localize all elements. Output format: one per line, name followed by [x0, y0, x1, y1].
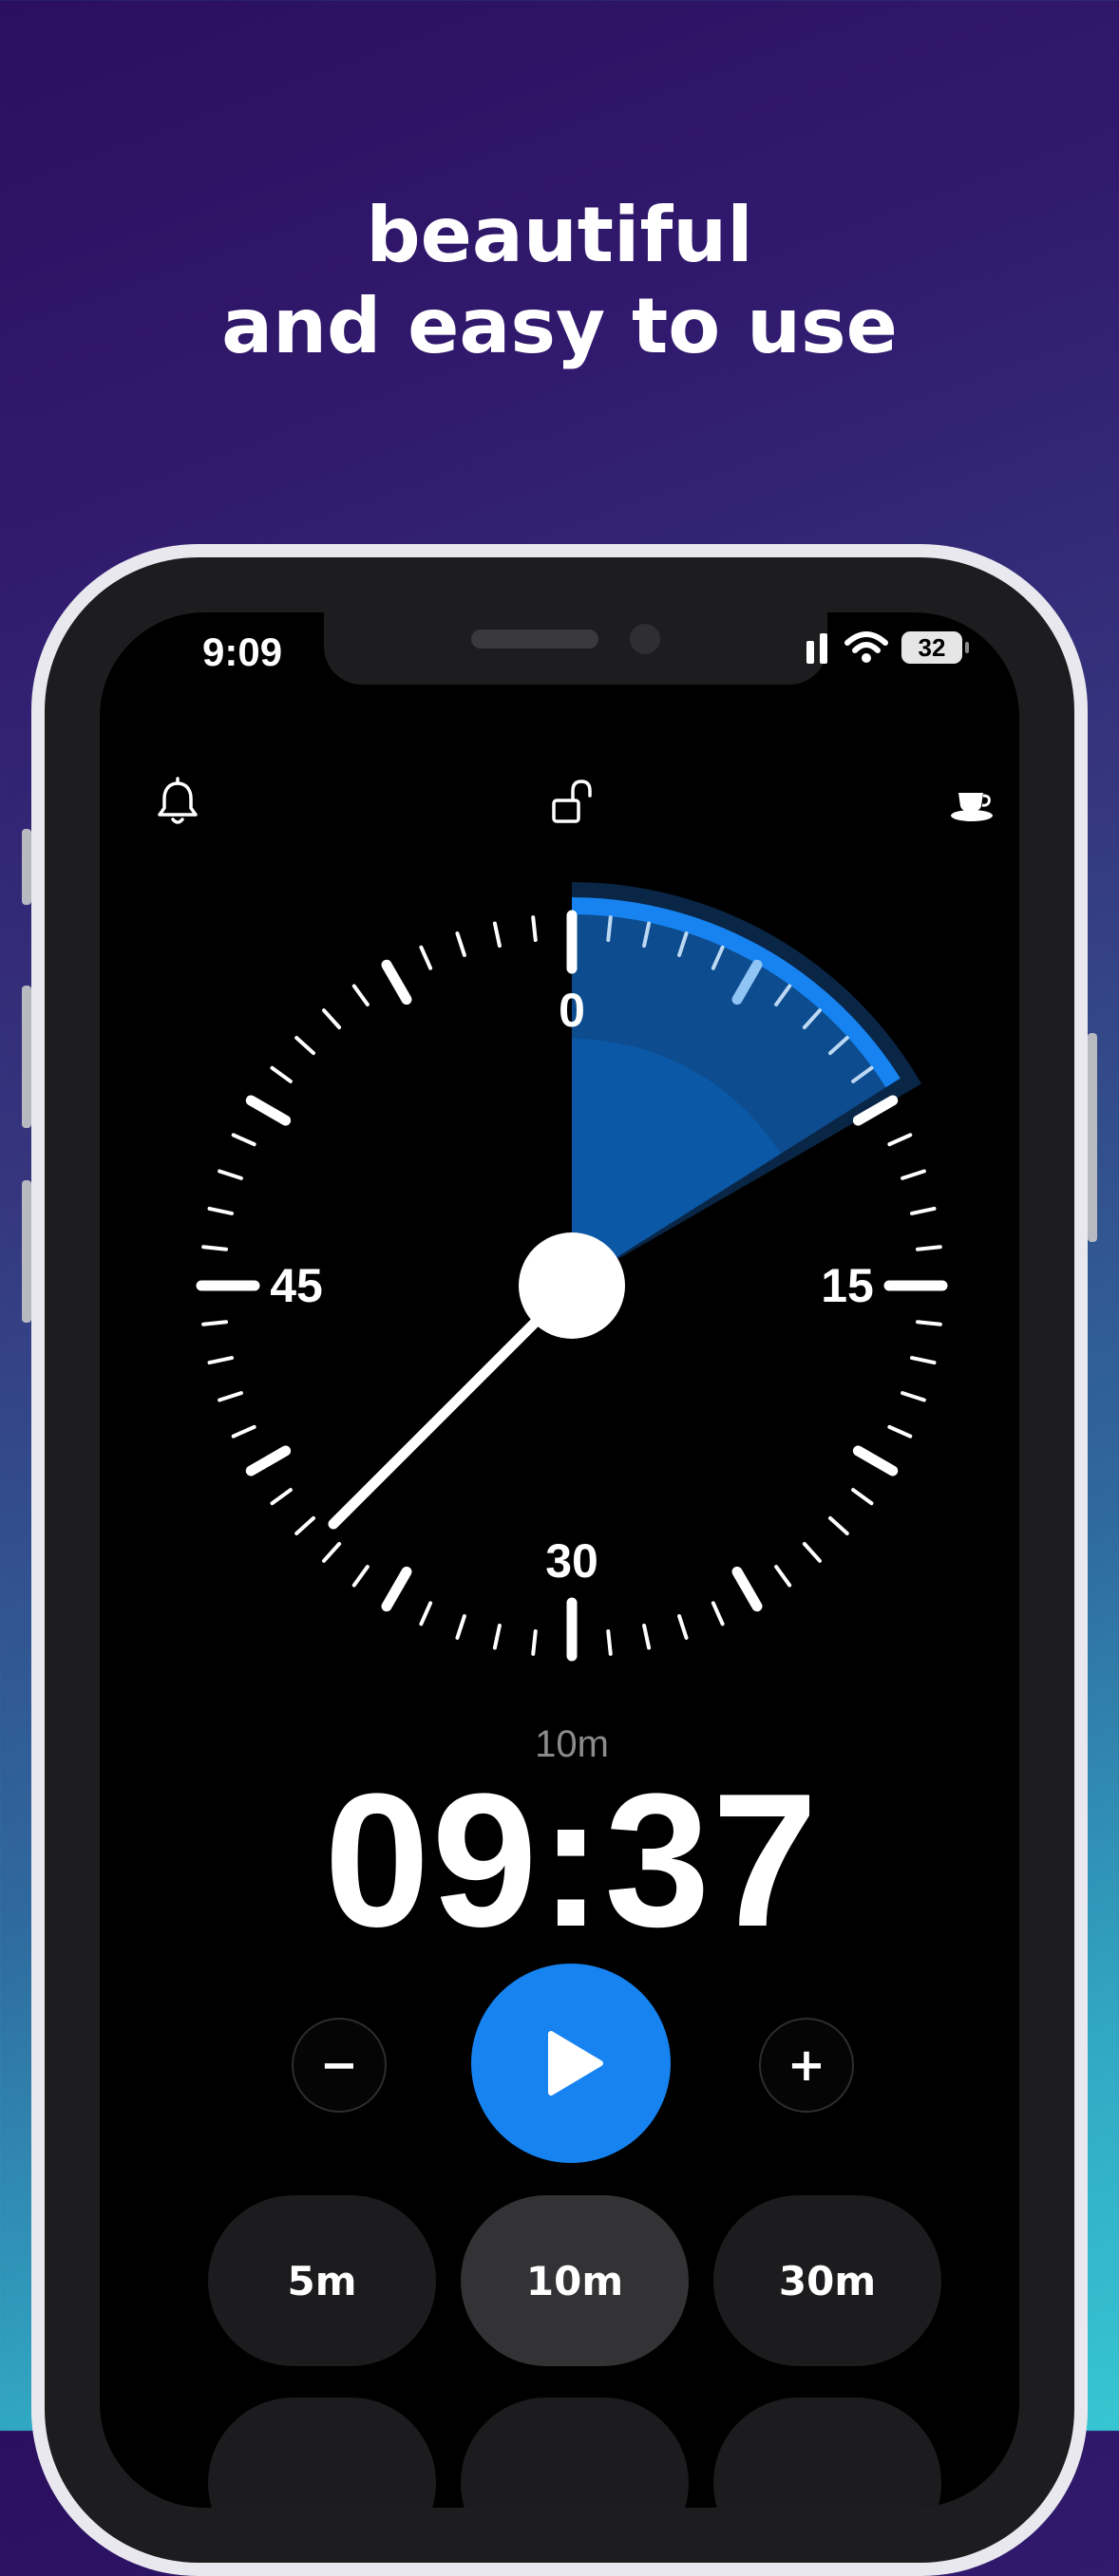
dial-tick — [322, 1008, 342, 1030]
preset-10m[interactable]: 10m — [461, 2195, 689, 2366]
dial-tick — [455, 1614, 466, 1640]
dial-tick — [455, 931, 466, 957]
dial-tick — [245, 1095, 292, 1126]
dial-tick — [642, 1624, 652, 1650]
dial-tick — [901, 1391, 926, 1402]
dial-tick — [915, 1245, 942, 1251]
play-icon — [548, 2031, 603, 2096]
dial-tick — [531, 915, 538, 943]
dial-center-knob — [519, 1232, 625, 1339]
dial-tick — [887, 1424, 913, 1438]
dial-tick — [351, 1565, 370, 1588]
headline: beautiful and easy to use — [0, 190, 1119, 372]
dial-tick — [218, 1391, 243, 1402]
increment-button[interactable]: + — [759, 2018, 854, 2113]
dial-tick — [910, 1206, 937, 1215]
decrement-button[interactable]: − — [292, 2018, 387, 2113]
dial-label: 45 — [270, 1259, 323, 1312]
preset-row-2-left[interactable] — [208, 2397, 436, 2508]
dial-tick — [851, 1488, 874, 1506]
dial-tick — [827, 1515, 849, 1535]
dial-tick — [322, 1541, 342, 1563]
dial-tick — [201, 1320, 229, 1326]
dial-tick — [492, 1624, 502, 1650]
preset-5m[interactable]: 5m — [208, 2195, 436, 2366]
dial-label: 15 — [821, 1259, 874, 1312]
dial-tick — [711, 1601, 725, 1626]
volume-down-button — [22, 1180, 31, 1323]
dial-tick — [802, 1541, 822, 1563]
dial-label: 0 — [559, 984, 585, 1037]
dial-tick — [419, 945, 433, 970]
dial-tick — [231, 1133, 256, 1147]
dial-tick — [887, 1133, 913, 1147]
dial-tick — [606, 915, 613, 943]
dial-tick — [207, 1356, 234, 1365]
phone-frame: 9:09 32 0 15 30 45 10m 09:37 − + 5m 10m … — [22, 544, 1097, 2576]
dial-tick — [731, 1566, 763, 1612]
power-button — [1088, 1033, 1097, 1242]
dial-tick — [231, 1424, 256, 1438]
dial-tick — [852, 1445, 899, 1476]
dial-tick — [245, 1445, 292, 1476]
dial-tick — [294, 1515, 316, 1535]
dial-tick — [606, 1628, 613, 1656]
dial-tick — [381, 959, 412, 1006]
preset-30m[interactable]: 30m — [713, 2195, 941, 2366]
dial-tick — [531, 1628, 538, 1656]
dial-tick — [381, 1566, 412, 1612]
dial-tick — [910, 1356, 937, 1365]
silent-switch — [22, 829, 31, 905]
dial-tick — [774, 1565, 792, 1588]
dial-tick — [270, 1488, 293, 1506]
dial-tick — [677, 1614, 689, 1640]
app-screen: 9:09 32 0 15 30 45 10m 09:37 − + 5m 10m … — [100, 612, 1019, 2508]
preset-row-2-center[interactable] — [461, 2397, 689, 2508]
play-button[interactable] — [471, 1964, 671, 2163]
headline-line-2: and easy to use — [221, 282, 898, 370]
dial-tick — [218, 1169, 243, 1180]
volume-up-button — [22, 986, 31, 1128]
dial-tick — [351, 984, 370, 1006]
headline-line-1: beautiful — [366, 191, 753, 279]
preset-row-2-right[interactable] — [713, 2397, 941, 2508]
dial-label: 30 — [545, 1534, 598, 1588]
dial-tick — [270, 1065, 293, 1083]
dial-tick — [207, 1206, 234, 1215]
dial-tick — [294, 1036, 316, 1056]
dial-tick — [901, 1169, 926, 1180]
timer-display: 09:37 — [324, 1755, 820, 1966]
dial-tick — [492, 921, 502, 948]
dial-tick — [419, 1601, 433, 1626]
dial-tick — [915, 1320, 942, 1326]
dial-tick — [201, 1245, 229, 1251]
phone-bezel: 9:09 32 0 15 30 45 10m 09:37 − + 5m 10m … — [45, 557, 1074, 2563]
timer-dial[interactable]: 0 15 30 45 — [100, 612, 1019, 1704]
